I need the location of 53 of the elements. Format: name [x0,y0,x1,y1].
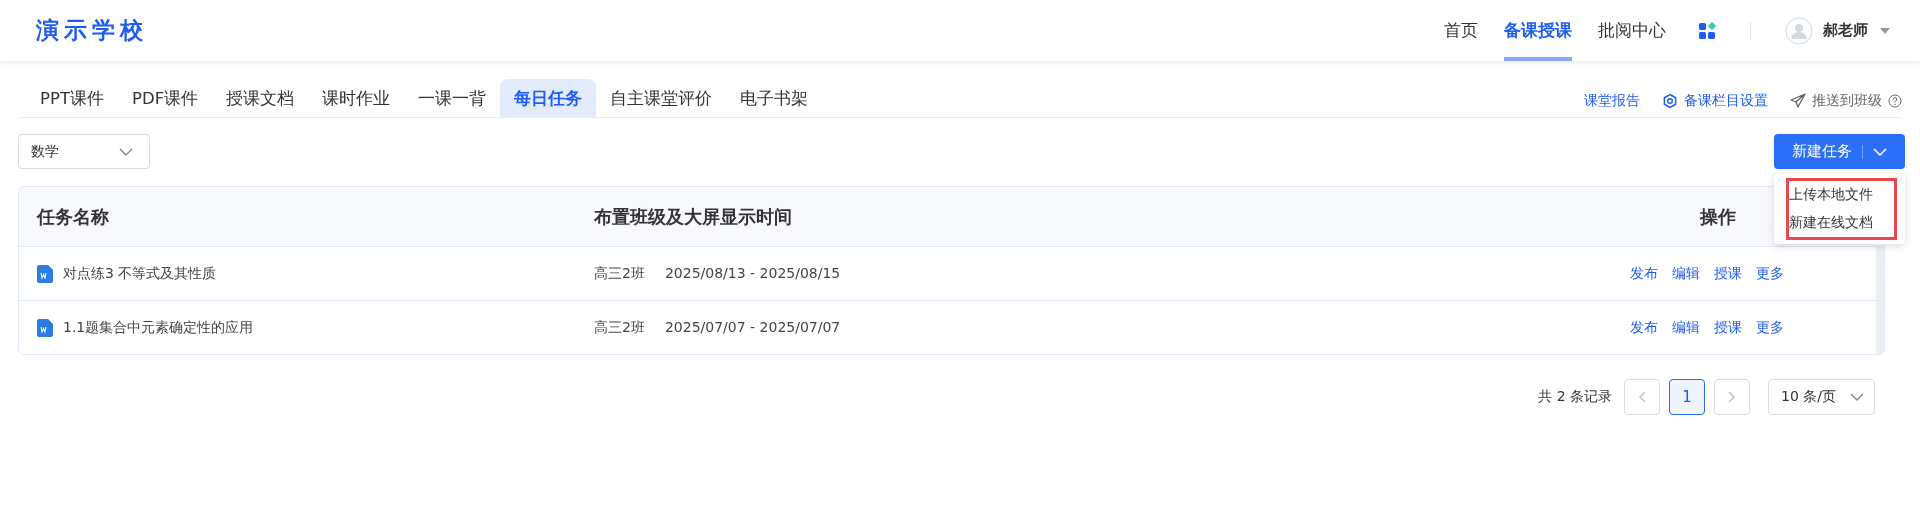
new-task-button[interactable]: 新建任务 [1774,134,1905,169]
action-link[interactable]: 授课 [1714,318,1742,337]
tab[interactable]: 课时作业 [308,79,405,117]
action-link[interactable]: 更多 [1756,264,1784,283]
send-icon[interactable] [1790,93,1806,109]
school-logo: 演示学校 [36,16,148,45]
subject-select[interactable]: 数学 [18,134,150,169]
chevron-down-icon [1850,393,1864,401]
task-name: 1.1题集合中元素确定性的应用 [63,318,254,337]
tab[interactable]: 一课一背 [404,79,501,117]
column-header: 任务名称 [35,204,110,229]
report-link[interactable]: 课堂报告 [1584,92,1640,110]
chevron-down-icon [1873,147,1887,156]
action-link[interactable]: 发布 [1630,318,1658,337]
chevron-right-icon [1728,391,1736,403]
tab[interactable]: 授课文档 [212,79,309,117]
nav-link[interactable]: 备课授课 [1504,0,1572,61]
word-file-icon [37,264,53,283]
settings-icon[interactable] [1662,93,1678,109]
date-range: 2025/07/07 - 2025/07/07 [664,318,841,337]
help-icon[interactable] [1888,94,1902,108]
word-file-icon [37,318,53,337]
column-header: 操作 [1700,205,1736,227]
settings-link[interactable]: 备课栏目设置 [1684,92,1768,110]
chevron-down-icon [119,147,133,156]
nav-link[interactable]: 批阅中心 [1598,0,1666,61]
page-button[interactable]: 1 [1669,379,1705,415]
page-size-select[interactable]: 10 条/页 [1768,379,1875,415]
class-name: 高三2班 [594,264,645,283]
push-link[interactable]: 推送到班级 [1812,92,1882,110]
nav-link[interactable]: 首页 [1444,0,1478,61]
record-count: 共 2 条记录 [1538,388,1612,406]
tab[interactable]: 每日任务 [500,79,597,117]
menu-item[interactable]: 上传本地文件 [1789,181,1894,209]
date-range: 2025/08/13 - 2025/08/15 [664,264,841,283]
chevron-left-icon [1638,391,1646,403]
action-link[interactable]: 发布 [1630,264,1658,283]
column-header: 布置班级及大屏显示时间 [594,204,793,229]
action-link[interactable]: 更多 [1756,318,1784,337]
tab[interactable]: PPT课件 [26,79,118,117]
class-name: 高三2班 [594,318,645,337]
scrollbar[interactable] [1876,246,1884,354]
caret-icon[interactable] [1880,27,1890,34]
tab[interactable]: 自主课堂评价 [596,79,727,117]
task-name: 对点练3 不等式及其性质 [63,264,217,283]
tab[interactable]: 电子书架 [726,79,823,117]
action-link[interactable]: 授课 [1714,264,1742,283]
apps-icon[interactable] [1698,21,1716,40]
tab[interactable]: PDF课件 [118,79,213,117]
action-link[interactable]: 编辑 [1672,264,1700,283]
menu-item[interactable]: 新建在线文档 [1789,209,1894,237]
action-link[interactable]: 编辑 [1672,318,1700,337]
user-name[interactable]: 郝老师 [1823,21,1868,40]
